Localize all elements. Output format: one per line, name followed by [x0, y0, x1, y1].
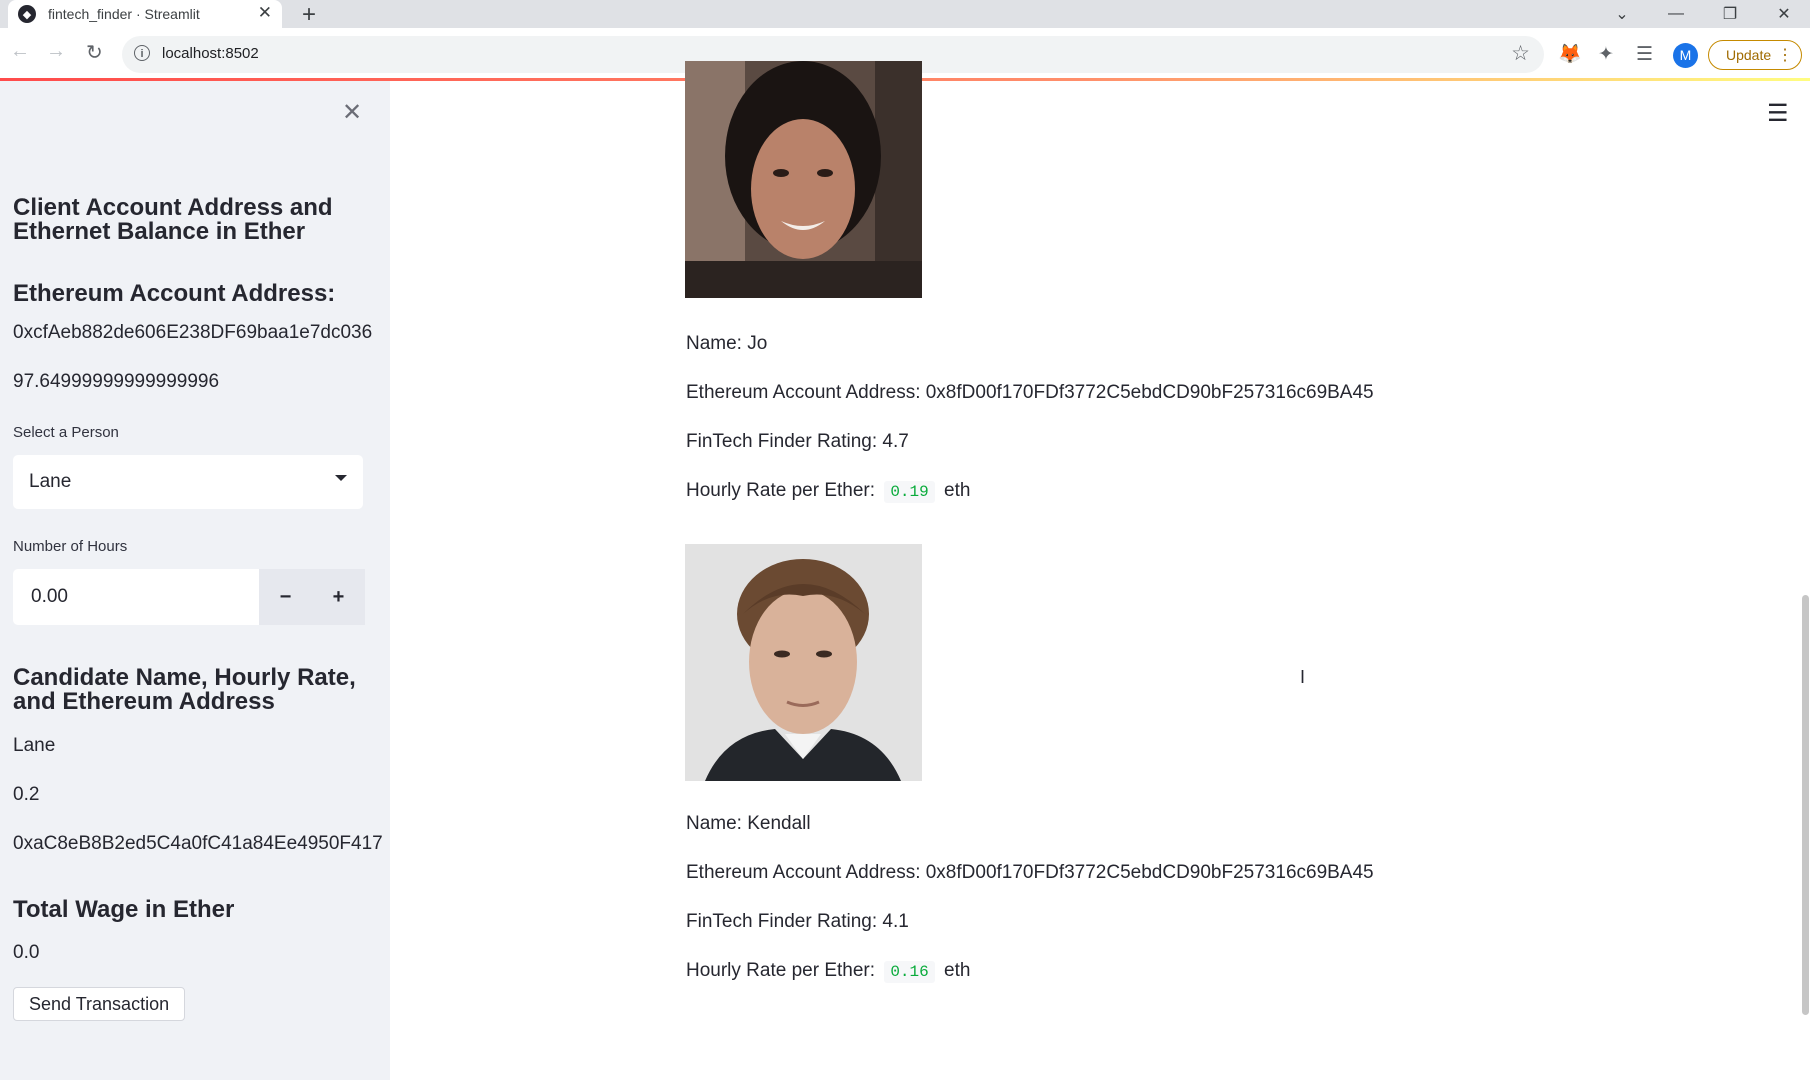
candidate-photo-jo	[685, 61, 922, 298]
candidate-rate: 0.2	[13, 784, 40, 805]
page-scrollbar[interactable]	[1802, 595, 1809, 1015]
hours-increment-button[interactable]: +	[312, 569, 365, 625]
hours-decrement-button[interactable]: −	[259, 569, 312, 625]
main-content: ☰ Name: Jo Ethereum Account Address: 0x8…	[390, 61, 1810, 1080]
client-account-address: 0xcfAeb882de606E238DF69baa1e7dc036	[13, 322, 373, 343]
reload-icon[interactable]: ↻	[86, 40, 103, 65]
person-rate-jo: Hourly Rate per Ether: 0.19 eth	[686, 480, 971, 503]
account-heading: Ethereum Account Address:	[13, 280, 336, 307]
person-name-jo: Name: Jo	[686, 333, 768, 354]
update-label: Update	[1726, 47, 1772, 63]
rate-unit: eth	[944, 480, 971, 501]
select-person-value: Lane	[29, 471, 72, 492]
person-rating-jo: FinTech Finder Rating: 4.7	[686, 431, 909, 452]
client-balance: 97.64999999999999996	[13, 371, 220, 392]
candidate-address: 0xaC8eB8B2ed5C4a0fC41a84Ee4950F417	[13, 833, 383, 854]
update-button[interactable]: Update ⋮	[1708, 40, 1802, 70]
hours-label: Number of Hours	[13, 538, 128, 555]
text-cursor-icon: I	[1300, 667, 1306, 687]
rate-prefix: Hourly Rate per Ether:	[686, 960, 876, 981]
window-close-icon[interactable]: ✕	[1764, 0, 1804, 28]
select-person-dropdown[interactable]: Lane	[13, 455, 363, 509]
minimize-icon[interactable]: —	[1656, 0, 1696, 28]
send-transaction-button[interactable]: Send Transaction	[13, 987, 186, 1021]
sidebar-close-icon[interactable]: ✕	[342, 98, 362, 127]
wage-heading: Total Wage in Ether	[13, 896, 235, 923]
wage-value: 0.0	[13, 942, 40, 963]
sidebar-title: Client Account Address and Ethernet Bala…	[13, 194, 333, 245]
restore-icon[interactable]: ❐	[1710, 0, 1750, 28]
tab-close-icon[interactable]: ✕	[258, 3, 272, 23]
more-vert-icon: ⋮	[1777, 47, 1793, 64]
site-info-icon[interactable]: i	[134, 45, 150, 61]
hamburger-menu-icon[interactable]: ☰	[1767, 99, 1789, 128]
rate-prefix: Hourly Rate per Ether:	[686, 480, 876, 501]
tab-title: fintech_finder · Streamlit	[48, 6, 200, 22]
new-tab-icon[interactable]: +	[302, 1, 316, 29]
url-text[interactable]: localhost:8502	[162, 45, 259, 62]
forward-arrow-icon[interactable]: →	[46, 40, 66, 63]
rate-unit: eth	[944, 960, 971, 981]
person-rating-kendall: FinTech Finder Rating: 4.1	[686, 911, 909, 932]
media-queue-icon[interactable]: ☰	[1636, 45, 1653, 65]
rate-value: 0.19	[884, 481, 935, 503]
tab-search-chevron-icon[interactable]: ⌄	[1602, 0, 1642, 28]
candidate-name: Lane	[13, 735, 56, 756]
candidate-photo-kendall	[685, 544, 922, 781]
select-person-label: Select a Person	[13, 424, 119, 441]
person-address-jo: Ethereum Account Address: 0x8fD00f170FDf…	[686, 382, 1374, 403]
rate-value: 0.16	[884, 961, 935, 983]
hours-input[interactable]	[13, 569, 259, 625]
browser-tab[interactable]: ◆ fintech_finder · Streamlit ✕	[8, 0, 282, 28]
bookmark-star-icon[interactable]: ☆	[1511, 41, 1530, 66]
person-name-kendall: Name: Kendall	[686, 813, 811, 834]
candidate-heading: Candidate Name, Hourly Rate, and Ethereu…	[13, 664, 356, 715]
person-address-kendall: Ethereum Account Address: 0x8fD00f170FDf…	[686, 862, 1374, 883]
streamlit-favicon-icon: ◆	[18, 5, 36, 23]
back-arrow-icon[interactable]: ←	[10, 40, 30, 63]
browser-tab-strip: ◆ fintech_finder · Streamlit ✕ + ⌄ — ❐ ✕	[0, 0, 1810, 28]
chevron-down-icon	[335, 475, 347, 481]
profile-avatar[interactable]: M	[1673, 43, 1698, 68]
sidebar: ✕ Client Account Address and Ethernet Ba…	[0, 81, 390, 1080]
extensions-puzzle-icon[interactable]: ✦	[1598, 45, 1614, 65]
metamask-extension-icon[interactable]: 🦊	[1558, 45, 1582, 65]
person-rate-kendall: Hourly Rate per Ether: 0.16 eth	[686, 960, 971, 983]
